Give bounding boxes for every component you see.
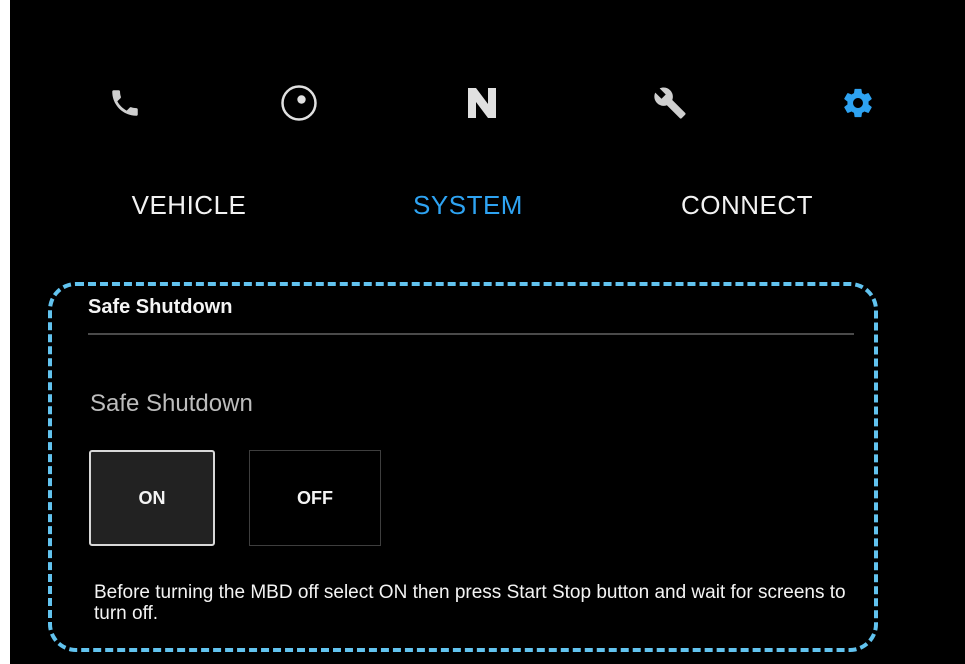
tab-system[interactable]: SYSTEM: [413, 190, 523, 221]
section-divider: [88, 333, 854, 335]
settings-tabs: VEHICLE SYSTEM CONNECT: [10, 190, 965, 234]
on-button-label: ON: [138, 487, 166, 508]
navigation-ring-icon[interactable]: [279, 83, 319, 123]
off-button-label: OFF: [297, 487, 333, 508]
gear-icon[interactable]: [838, 83, 878, 123]
tab-connect[interactable]: CONNECT: [681, 190, 813, 221]
tab-vehicle[interactable]: VEHICLE: [132, 190, 247, 221]
phone-icon[interactable]: [105, 83, 145, 123]
infotainment-screen: VEHICLE SYSTEM CONNECT Safe Shutdown Saf…: [10, 0, 965, 664]
top-icon-bar: [10, 0, 965, 140]
section-title: Safe Shutdown: [88, 296, 233, 318]
off-button[interactable]: OFF: [249, 450, 381, 546]
n-logo-icon[interactable]: [462, 83, 502, 123]
shutdown-instructions: Before turning the MBD off select ON the…: [94, 582, 846, 624]
setting-label: Safe Shutdown: [90, 390, 253, 417]
on-button[interactable]: ON: [89, 450, 215, 546]
wrench-icon[interactable]: [650, 83, 690, 123]
